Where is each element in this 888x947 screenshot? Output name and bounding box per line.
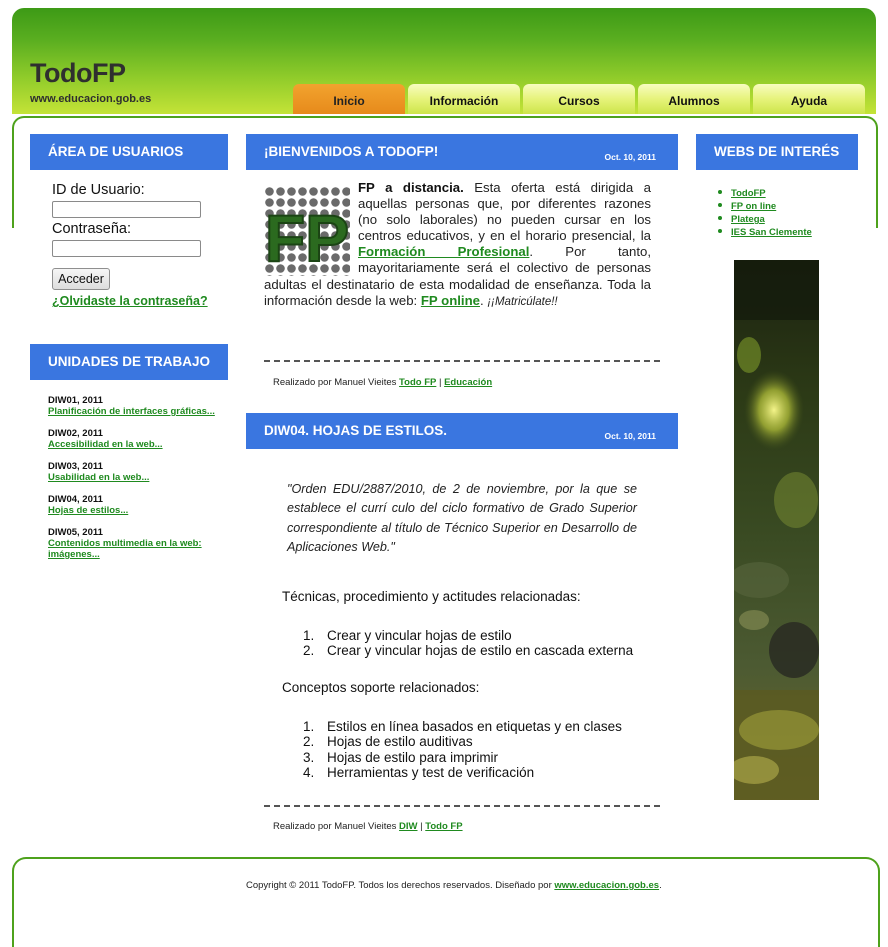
post-italic-note: ¡¡Matricúlate!!	[487, 295, 558, 308]
unit-link[interactable]: Usabilidad en la web...	[48, 472, 228, 483]
credit-link-todofp[interactable]: Todo FP	[425, 821, 462, 832]
post-quote: "Orden EDU/2887/2010, de 2 de noviembre,…	[287, 482, 637, 554]
list-item: IES San Clemente	[718, 226, 812, 239]
footer-link[interactable]: www.educacion.gob.es	[554, 880, 659, 891]
list-item: 2. Crear y vincular hojas de estilo en ca…	[303, 643, 634, 659]
site-logo[interactable]: TodoFP	[30, 58, 126, 89]
nav-tab-cursos[interactable]: Cursos	[523, 84, 635, 114]
post-title[interactable]: ¡BIENVENIDOS A TODOFP!	[264, 144, 438, 159]
unit-link[interactable]: Contenidos multimedia en la web: imágene…	[48, 538, 228, 560]
user-id-label: ID de Usuario:	[52, 182, 145, 198]
web-link-ies-san-clemente[interactable]: IES San Clemente	[731, 227, 812, 238]
web-link-todofp[interactable]: TodoFP	[731, 188, 766, 199]
list-item-text: Herramientas y test de verificación	[327, 764, 535, 780]
forgot-password-link[interactable]: ¿Olvidaste la contraseña?	[52, 294, 208, 308]
unit-code: DIW03, 2011	[48, 461, 103, 472]
post-date: Oct. 10, 2011	[604, 431, 656, 441]
list-item: Platega	[718, 213, 812, 226]
copyright-text: Copyright © 2011 TodoFP. Todos los derec…	[246, 880, 662, 891]
list-item: 4. Herramientas y test de verificación	[303, 764, 535, 780]
web-link-platega[interactable]: Platega	[731, 214, 765, 225]
post-title[interactable]: DIW04. HOJAS DE ESTILOS.	[264, 423, 447, 438]
unit-item: DIW04, 2011 Hojas de estilos...	[48, 494, 228, 516]
footer	[12, 857, 880, 947]
dashed-divider	[264, 805, 660, 807]
unit-code: DIW02, 2011	[48, 428, 103, 439]
nav-tab-informacion[interactable]: Información	[408, 84, 520, 114]
list-item-text: Estilos en línea basados en etiquetas y …	[327, 719, 622, 734]
list-item-text: Hojas de estilo auditivas	[327, 734, 473, 750]
credit-link-diw[interactable]: DIW	[399, 821, 417, 832]
credit-text: Realizado por Manuel Vieites	[273, 377, 400, 388]
post-header: DIW04. HOJAS DE ESTILOS. Oct. 10, 2011	[246, 413, 678, 449]
post-header: ¡BIENVENIDOS A TODOFP! Oct. 10, 2011	[246, 134, 678, 170]
list-item: 2. Hojas de estilo auditivas	[303, 734, 473, 750]
login-panel-title: ÁREA DE USUARIOS	[30, 134, 228, 170]
section-heading: Técnicas, procedimiento y actitudes rela…	[282, 589, 581, 604]
password-input[interactable]	[52, 240, 201, 257]
list-item: 3. Hojas de estilo para imprimir	[303, 749, 499, 765]
user-id-input[interactable]	[52, 201, 201, 218]
credit-text: Realizado por Manuel Vieites	[273, 821, 400, 832]
webs-list: TodoFP FP on line Platega IES San Clemen…	[718, 187, 812, 239]
credit-separator: |	[436, 377, 445, 388]
unit-link[interactable]: Planificación de interfaces gráficas...	[48, 406, 228, 417]
post-credit: Realizado por Manuel Vieites DIW | Todo …	[273, 821, 463, 832]
password-label: Contraseña:	[52, 221, 131, 237]
post-body: FP FP a distancia. Esta oferta está diri…	[264, 180, 651, 310]
header: TodoFP www.educacion.gob.es Inicio Infor…	[12, 8, 876, 114]
main-nav: Inicio Información Cursos Alumnos Ayuda	[293, 84, 865, 114]
unit-item: DIW01, 2011 Planificación de interfaces …	[48, 395, 228, 417]
nav-tab-alumnos[interactable]: Alumnos	[638, 84, 750, 114]
list-item: 1. Crear y vincular hojas de estilo	[303, 628, 512, 643]
fp-online-link[interactable]: FP online	[421, 293, 480, 308]
login-button[interactable]: Acceder	[52, 268, 110, 290]
dashed-divider	[264, 360, 660, 362]
units-list: DIW01, 2011 Planificación de interfaces …	[48, 395, 228, 571]
unit-code: DIW04, 2011	[48, 494, 103, 505]
nav-tab-ayuda[interactable]: Ayuda	[753, 84, 865, 114]
list-item-text: Hojas de estilo para imprimir	[327, 749, 499, 765]
unit-item: DIW02, 2011 Accesibilidad en la web...	[48, 428, 228, 450]
list-item: TodoFP	[718, 187, 812, 200]
river-photo-image	[734, 260, 819, 800]
login-form: ID de Usuario: Contraseña: Acceder	[52, 182, 201, 290]
unit-code: DIW05, 2011	[48, 527, 103, 538]
webs-panel-title: WEBS DE INTERÉS	[696, 134, 858, 170]
post-lead: FP a distancia.	[358, 180, 464, 195]
formacion-profesional-link[interactable]: Formación Profesional	[358, 244, 529, 259]
web-link-fp-online[interactable]: FP on line	[731, 201, 776, 212]
unit-link[interactable]: Accesibilidad en la web...	[48, 439, 228, 450]
unit-item: DIW03, 2011 Usabilidad en la web...	[48, 461, 228, 483]
list-item: 1. Estilos en línea basados en etiquetas …	[303, 719, 622, 734]
unit-item: DIW05, 2011 Contenidos multimedia en la …	[48, 527, 228, 560]
unit-code: DIW01, 2011	[48, 395, 103, 406]
footer-end: .	[659, 880, 662, 891]
unit-link[interactable]: Hojas de estilos...	[48, 505, 228, 516]
list-item-text: Crear y vincular hojas de estilo	[327, 628, 512, 643]
credit-link-educacion[interactable]: Educación	[444, 377, 492, 388]
section-heading: Conceptos soporte relacionados:	[282, 680, 480, 695]
list-item-text: Crear y vincular hojas de estilo en casc…	[327, 643, 634, 659]
nav-tab-inicio[interactable]: Inicio	[293, 84, 405, 114]
fp-logo-text: FP	[265, 201, 349, 275]
footer-text: Copyright © 2011 TodoFP. Todos los derec…	[246, 880, 555, 891]
post-credit: Realizado por Manuel Vieites Todo FP | E…	[273, 377, 492, 388]
post-date: Oct. 10, 2011	[604, 152, 656, 162]
credit-link-todofp[interactable]: Todo FP	[399, 377, 436, 388]
site-domain: www.educacion.gob.es	[30, 93, 152, 105]
list-item: FP on line	[718, 200, 812, 213]
units-panel-title: UNIDADES DE TRABAJO	[30, 344, 228, 380]
ordered-list: 1. Crear y vincular hojas de estilo 2. Cre…	[303, 628, 633, 659]
ordered-list: 1. Estilos en línea basados en etiquetas …	[303, 719, 622, 780]
fp-logo-image: FP	[264, 186, 350, 276]
